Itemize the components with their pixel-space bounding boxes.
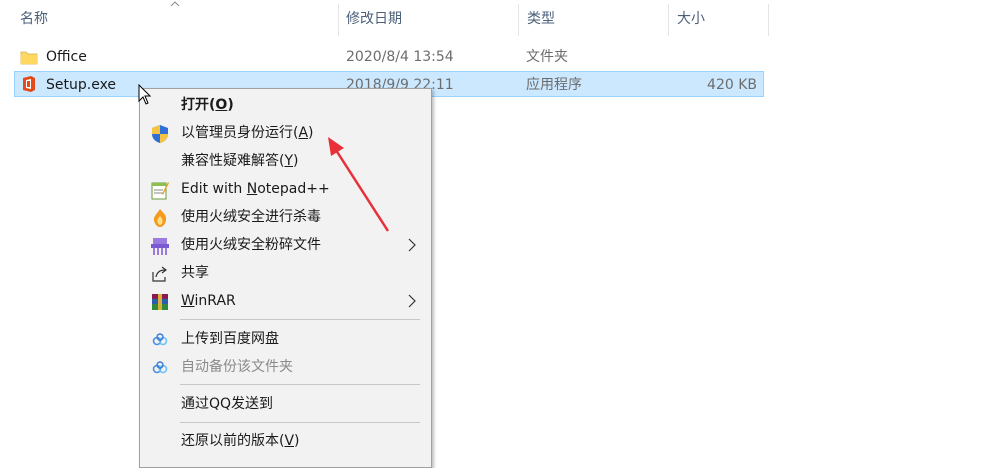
label-end: inRAR [194, 293, 236, 309]
file-row-office[interactable]: Office 2020/8/4 13:54 文件夹 [14, 44, 764, 70]
submenu-chevron-icon [408, 294, 416, 308]
file-type: 文件夹 [526, 49, 568, 65]
menu-item-label: 通过QQ发送到 [181, 396, 274, 412]
menu-item-huorong-shred[interactable]: 使用火绒安全粉碎文件 [140, 231, 431, 259]
column-type-header[interactable]: 类型 [527, 0, 555, 36]
label-text: 兼容性疑难解答( [181, 153, 285, 169]
column-divider[interactable] [338, 4, 339, 36]
label-text: 还原以前的版本( [181, 433, 285, 449]
menu-item-send-qq[interactable]: 通过QQ发送到 [140, 390, 431, 418]
notepadpp-icon [151, 182, 169, 200]
menu-item-label: 以管理员身份运行(A) [181, 119, 314, 147]
shredder-icon [151, 238, 169, 255]
column-date-header[interactable]: 修改日期 [346, 0, 402, 36]
file-name: Office [46, 49, 87, 65]
accel-key: Y [284, 153, 294, 169]
column-name-header[interactable]: 名称 [20, 0, 48, 36]
label-text: 以管理员身份运行( [181, 125, 299, 141]
menu-item-open[interactable]: 打开(O) [140, 91, 431, 119]
menu-item-label: 使用火绒安全进行杀毒 [181, 209, 321, 225]
file-type: 应用程序 [526, 77, 582, 93]
folder-icon [20, 51, 38, 65]
baidu-netdisk-icon [152, 361, 168, 374]
menu-item-label: 还原以前的版本(V) [181, 427, 300, 455]
label-end: ) [293, 153, 299, 169]
menu-item-run-as-admin[interactable]: 以管理员身份运行(A) [140, 119, 431, 147]
menu-item-label: 打开(O) [181, 91, 234, 119]
menu-separator [180, 319, 420, 320]
file-name: Setup.exe [46, 77, 117, 93]
menu-separator [180, 384, 420, 385]
menu-item-compatibility[interactable]: 兼容性疑难解答(Y) [140, 147, 431, 175]
menu-separator [180, 422, 420, 423]
menu-item-huorong-scan[interactable]: 使用火绒安全进行杀毒 [140, 203, 431, 231]
menu-item-baidu-upload[interactable]: 上传到百度网盘 [140, 325, 431, 353]
column-divider[interactable] [668, 4, 669, 36]
menu-item-label: 自动备份该文件夹 [181, 359, 293, 375]
column-divider[interactable] [518, 4, 519, 36]
accel-key: N [246, 181, 258, 197]
accel-key: V [284, 433, 295, 449]
label-end: otepad++ [257, 181, 330, 197]
menu-item-notepadpp[interactable]: Edit with Notepad++ [140, 175, 431, 203]
menu-item-label: 共享 [181, 265, 209, 281]
file-size: 420 KB [707, 77, 757, 93]
office-app-icon [23, 76, 35, 92]
menu-item-restore-versions[interactable]: 还原以前的版本(V) [140, 427, 431, 455]
label-end: ) [294, 433, 300, 449]
menu-item-label: 上传到百度网盘 [181, 331, 279, 347]
winrar-icon [152, 294, 168, 310]
label-text: Edit with [181, 181, 247, 197]
mouse-cursor-icon [138, 84, 152, 105]
menu-item-label: 使用火绒安全粉碎文件 [181, 237, 321, 253]
uac-shield-icon [152, 125, 168, 143]
label-end: ) [308, 125, 314, 141]
column-size-header[interactable]: 大小 [677, 0, 705, 36]
sort-up-icon [170, 1, 180, 7]
huorong-flame-icon [153, 209, 167, 227]
share-icon [152, 266, 167, 282]
menu-item-share[interactable]: 共享 [140, 259, 431, 287]
context-menu: 打开(O) 以管理员身份运行(A) 兼容性疑难解答(Y) Edit with N… [139, 88, 432, 468]
accel-key: O [215, 97, 228, 113]
file-date: 2020/8/4 13:54 [346, 49, 454, 65]
label-text: 打开( [181, 97, 216, 113]
submenu-chevron-icon [408, 238, 416, 252]
label-end: ) [227, 97, 234, 113]
column-divider[interactable] [768, 4, 769, 36]
menu-item-label: Edit with Notepad++ [181, 175, 330, 203]
column-header: 名称 修改日期 类型 大小 [0, 0, 993, 36]
menu-item-label: 兼容性疑难解答(Y) [181, 147, 299, 175]
menu-item-baidu-backup[interactable]: 自动备份该文件夹 [140, 353, 431, 381]
menu-item-winrar[interactable]: WinRAR [140, 287, 431, 315]
baidu-netdisk-icon [152, 333, 168, 346]
accel-key: A [298, 125, 309, 141]
menu-item-label: WinRAR [181, 287, 236, 315]
accel-key: W [181, 293, 195, 309]
